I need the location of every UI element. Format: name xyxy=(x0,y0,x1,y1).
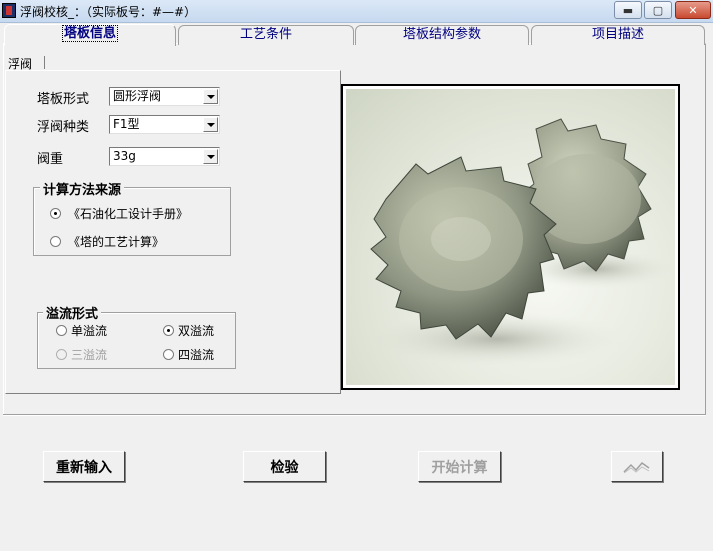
minimize-button[interactable]: ▬ xyxy=(614,1,642,19)
overflow-title: 溢流形式 xyxy=(43,303,102,322)
valve-type-select[interactable]: F1型 xyxy=(109,115,220,134)
chart-icon xyxy=(623,461,650,473)
valve-weight-label: 阀重 xyxy=(37,152,64,167)
calc-source-radio-1[interactable] xyxy=(50,208,61,219)
overflow-label-single: 单溢流 xyxy=(71,324,108,338)
tab-project-description[interactable]: 项目描述 xyxy=(531,25,705,45)
calc-source-label-1: 《石油化工设计手册》 xyxy=(68,207,189,221)
tab-process-conditions[interactable]: 工艺条件 xyxy=(178,25,354,45)
divider-highlight xyxy=(3,415,706,416)
valve-type-value: F1型 xyxy=(113,117,140,131)
start-calc-button: 开始计算 xyxy=(418,451,501,482)
tray-type-value: 圆形浮阀 xyxy=(113,89,162,103)
valve-photo-image xyxy=(346,89,675,385)
tray-type-select[interactable]: 圆形浮阀 xyxy=(109,87,220,106)
inner-tab-label: 浮阀 xyxy=(8,57,33,71)
check-button[interactable]: 检验 xyxy=(243,451,326,482)
tray-type-label: 塔板形式 xyxy=(37,92,90,107)
overflow-radio-triple xyxy=(56,349,67,360)
valve-weight-select[interactable]: 33g xyxy=(109,147,220,166)
calc-source-radio-2[interactable] xyxy=(50,236,61,247)
tab-divider xyxy=(44,56,45,69)
app-icon xyxy=(2,3,16,18)
tab-label: 塔板信息 xyxy=(61,25,118,42)
maximize-button[interactable]: ▢ xyxy=(644,1,672,19)
valve-illustration xyxy=(366,118,675,367)
close-button[interactable]: ✕ xyxy=(675,1,711,19)
reset-button[interactable]: 重新输入 xyxy=(43,451,125,482)
window-title: 浮阀校核_：（实际板号：#—#） xyxy=(20,5,197,19)
calc-source-title: 计算方法来源 xyxy=(40,179,125,198)
tab-tray-structure[interactable]: 塔板结构参数 xyxy=(355,25,529,45)
overflow-label-double: 双溢流 xyxy=(178,324,215,338)
valve-weight-value: 33g xyxy=(113,149,136,163)
tab-tray-info[interactable]: 塔板信息 xyxy=(4,24,176,46)
overflow-radio-double[interactable] xyxy=(163,325,174,336)
valve-photo xyxy=(341,84,680,390)
chevron-down-icon[interactable] xyxy=(203,117,218,132)
overflow-radio-quad[interactable] xyxy=(163,349,174,360)
chevron-down-icon[interactable] xyxy=(203,149,218,164)
overflow-radio-single[interactable] xyxy=(56,325,67,336)
chart-button xyxy=(611,451,663,482)
chevron-down-icon[interactable] xyxy=(203,89,218,104)
title-bar[interactable]: 浮阀校核_：（实际板号：#—#） ▬ ▢ ✕ xyxy=(0,0,713,23)
overflow-label-quad: 四溢流 xyxy=(178,348,215,362)
calc-source-label-2: 《塔的工艺计算》 xyxy=(68,235,165,249)
overflow-label-triple: 三溢流 xyxy=(71,348,108,362)
valve-type-label: 浮阀种类 xyxy=(37,120,90,135)
